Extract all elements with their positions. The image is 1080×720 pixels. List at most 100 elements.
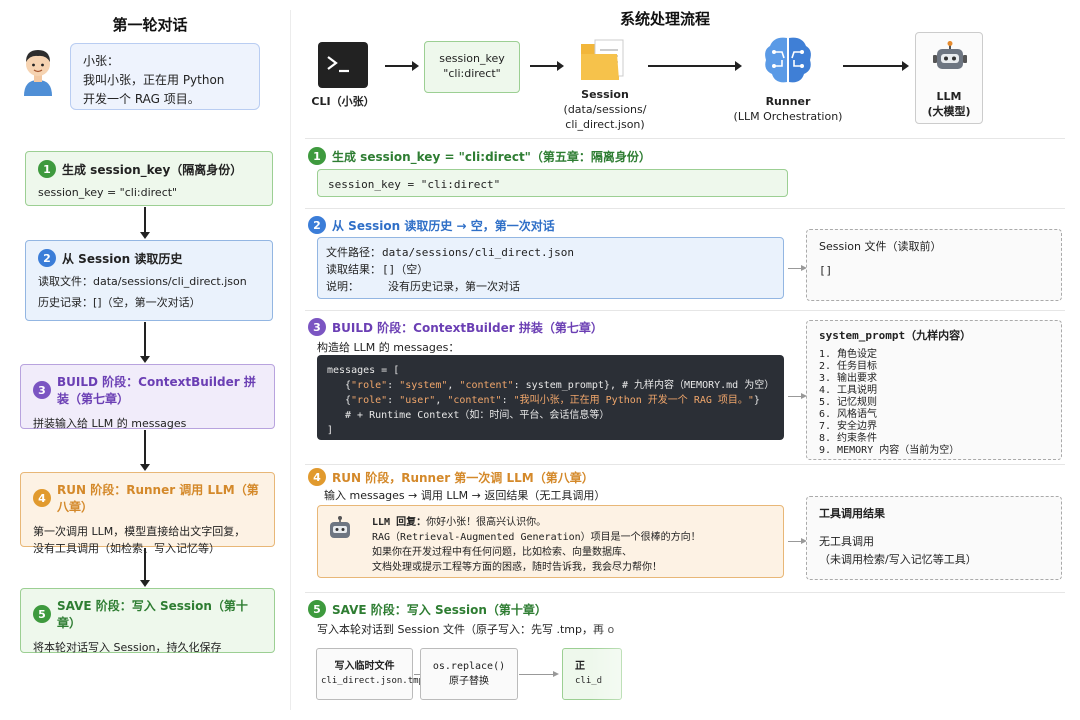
section-4-title: 4 RUN 阶段，Runner 第一次调 LLM（第八章） <box>308 468 594 486</box>
brain-circuit-icon <box>760 32 816 88</box>
section-divider <box>305 464 1065 465</box>
reply-line: 文档处理或提示工程等方面的困惑，随时告诉我，我会尽力帮你！ <box>372 562 662 573</box>
session-label: Session (data/sessions/ cli_direct.json) <box>562 87 648 132</box>
session-file-preview: Session 文件（读取前） [] <box>806 229 1062 301</box>
preview-title: Session 文件（读取前） <box>819 240 942 253</box>
flow-arrow-right <box>530 61 564 71</box>
system-prompt-item: 2. 任务目标 <box>819 361 878 372</box>
session-label-line: cli_direct.json) <box>565 118 645 131</box>
step-line: 拼装输入给 LLM 的 messages <box>33 417 187 430</box>
reply-label: LLM 回复： <box>372 517 427 528</box>
system-prompt-item: 5. 记忆规则 <box>819 397 878 408</box>
step-line: 将本轮对话写入 Session，持久化保存 <box>33 641 222 654</box>
section-title-text: BUILD 阶段：ContextBuilder 拼装（第七章） <box>332 320 603 335</box>
step-line: 历史记录：[]（空，第一次对话） <box>38 296 201 309</box>
flow-arrow-right <box>648 61 742 71</box>
step-line: 第一次调用 LLM，模型直接给出文字回复， <box>33 525 246 538</box>
section-number: 5 <box>308 600 326 618</box>
step-line: 没有工具调用（如检索、写入记忆等） <box>33 542 220 555</box>
left-step-2: 2 从 Session 读取历史 读取文件：data/sessions/cli_d… <box>25 240 273 321</box>
step-title: 生成 session_key（隔离身份） <box>62 162 243 177</box>
flow-arrow-down <box>140 430 150 471</box>
cli-label: CLI（小张） <box>311 95 375 108</box>
box-line: os.replace() <box>432 661 506 672</box>
session-key-line: "cli:direct" <box>443 67 501 80</box>
section-number: 2 <box>308 216 326 234</box>
preview-value: [] <box>819 264 833 277</box>
robot-icon <box>932 41 968 78</box>
step-title: RUN 阶段：Runner 调用 LLM（第八章） <box>57 483 259 514</box>
code-line: {"role": "system", "content": system_pro… <box>345 380 775 391</box>
box-line: cli_direct.json.tmp <box>321 676 424 686</box>
left-step-3: 3 BUILD 阶段：ContextBuilder 拼装（第七章） 拼装输入给 L… <box>20 364 275 430</box>
system-prompt-title: system_prompt（九样内容） <box>819 329 972 342</box>
link-arrow <box>788 393 807 399</box>
code-line: {"role": "user", "content": "我叫小张，正在用 Py… <box>345 395 760 406</box>
link-arrow <box>788 265 807 271</box>
runner-label-line: (LLM Orchestration) <box>733 110 843 123</box>
system-prompt-item: 8. 约束条件 <box>819 433 878 444</box>
runner-label: Runner (LLM Orchestration) <box>728 94 848 124</box>
step-line: session_key = "cli:direct" <box>38 186 178 199</box>
file-folder-icon <box>579 36 629 84</box>
read-row-label: 读取结果： <box>326 263 381 276</box>
step-title: 从 Session 读取历史 <box>62 251 183 266</box>
reply-line: 你好小张！很高兴认识你。 <box>426 517 547 528</box>
user-message-bubble: 小张： 我叫小张，正在用 Python 开发一个 RAG 项目。 <box>70 43 260 110</box>
session-key-code: session_key = "cli:direct" <box>317 169 788 197</box>
section-1-title: 1 生成 session_key = "cli:direct"（第五章：隔离身份… <box>308 147 651 165</box>
llm-label-line: (大模型) <box>927 105 971 118</box>
messages-code-block: messages = [ {"role": "system", "content"… <box>317 355 784 440</box>
read-row-label: 说明： <box>326 280 359 293</box>
build-subtitle: 构造给 LLM 的 messages： <box>317 341 460 354</box>
flow-arrow-down <box>140 207 150 239</box>
step-number: 1 <box>38 160 56 178</box>
link-arrow <box>788 538 807 544</box>
read-row-value: data/sessions/cli_direct.json <box>382 246 575 259</box>
left-step-5: 5 SAVE 阶段：写入 Session（第十章） 将本轮对话写入 Session… <box>20 588 275 654</box>
user-message-line: 我叫小张，正在用 Python <box>83 73 225 87</box>
user-message-line: 开发一个 RAG 项目。 <box>83 92 200 106</box>
session-key-box: session_key "cli:direct" <box>424 41 520 93</box>
session-label-line: Session <box>581 88 629 101</box>
code-line: messages = [ <box>327 365 400 376</box>
step-number: 5 <box>33 605 51 623</box>
terminal-icon <box>318 42 368 88</box>
section-number: 3 <box>308 318 326 336</box>
session-read-panel: 文件路径：data/sessions/cli_direct.json 读取结果：… <box>317 237 784 299</box>
flow-arrow-right <box>843 61 909 71</box>
session-key-line: session_key <box>439 52 505 65</box>
section-number: 4 <box>308 468 326 486</box>
flow-arrow-down <box>140 322 150 363</box>
code-line: ] <box>327 425 334 436</box>
step-line: 读取文件：data/sessions/cli_direct.json <box>38 275 247 288</box>
section-number: 1 <box>308 147 326 165</box>
tool-result-title: 工具调用结果 <box>819 507 885 520</box>
system-prompt-item: 7. 安全边界 <box>819 421 878 432</box>
section-title-text: SAVE 阶段：写入 Session（第十章） <box>332 602 547 617</box>
tool-call-result-panel: 工具调用结果 无工具调用 （未调用检索/写入记忆等工具） <box>806 496 1062 580</box>
step-number: 2 <box>38 249 56 267</box>
step-number: 3 <box>33 381 51 399</box>
fade-overlay <box>590 600 1080 720</box>
step-title: SAVE 阶段：写入 Session（第十章） <box>57 599 248 630</box>
section-divider <box>305 138 1065 139</box>
tool-result-line: （未调用检索/写入记忆等工具） <box>819 553 977 566</box>
read-row-value: []（空） <box>382 263 429 276</box>
replace-box: os.replace() 原子替换 <box>420 648 518 700</box>
section-3-title: 3 BUILD 阶段：ContextBuilder 拼装（第七章） <box>308 318 603 336</box>
save-subtitle: 写入本轮对话到 Session 文件（原子写入：先写 .tmp，再 o <box>317 623 615 636</box>
write-temp-box: 写入临时文件 cli_direct.json.tmp <box>316 648 424 700</box>
read-row-label: 文件路径： <box>326 246 381 259</box>
system-prompt-item: 6. 风格语气 <box>819 409 878 420</box>
llm-label-line: LLM <box>936 90 962 103</box>
user-avatar <box>20 44 56 96</box>
box-line: 原子替换 <box>449 676 489 687</box>
column-separator <box>290 10 291 710</box>
system-prompt-list: 1. 角色设定 2. 任务目标 3. 输出要求 4. 工具说明 5. 记忆规则 6. 风格… <box>819 349 1049 457</box>
run-subtitle: 输入 messages → 调用 LLM → 返回结果（无工具调用） <box>324 489 606 502</box>
section-divider <box>305 310 1065 311</box>
reply-line: RAG（Retrieval-Augmented Generation）项目是一个… <box>372 532 701 543</box>
user-message-line: 小张： <box>83 54 120 68</box>
section-title-text: 生成 session_key = "cli:direct"（第五章：隔离身份） <box>332 149 651 164</box>
